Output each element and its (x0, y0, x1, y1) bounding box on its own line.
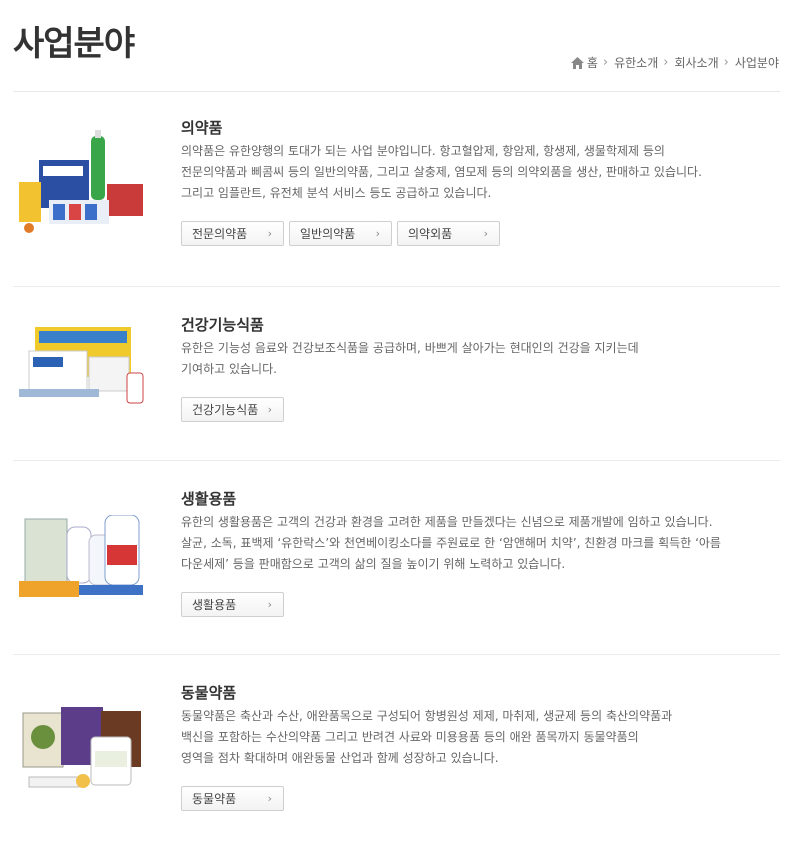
breadcrumb-current: 사업분야 (734, 56, 779, 70)
business-section-pharma: 의약품 의약품은 유한양행의 토대가 되는 사업 분야입니다. 항고혈압제, 항… (13, 92, 780, 286)
prescription-drugs-button[interactable]: 전문의약품 › (181, 221, 284, 246)
business-section-household: 생활용품 유한의 생활용품은 고객의 건강과 환경을 고려한 제품을 만들겠다는… (13, 460, 780, 654)
chevron-right-icon: › (267, 792, 272, 805)
section-description: 유한의 생활용품은 고객의 건강과 환경을 고려한 제품을 만들겠다는 신념으로… (181, 515, 721, 571)
section-title: 동물약품 (181, 684, 237, 702)
business-section-health-food: 건강기능식품 유한은 기능성 음료와 건강보조식품을 공급하며, 바쁘게 살아가… (13, 286, 780, 460)
page-title: 사업분야 (13, 24, 135, 64)
breadcrumb: 홈 › 유한소개 › 회사소개 › 사업분야 (570, 54, 779, 71)
section-title: 건강기능식품 (181, 316, 264, 334)
chevron-right-icon: › (267, 403, 272, 416)
animal-products-image (22, 707, 141, 788)
chevron-right-icon: › (267, 598, 272, 611)
section-description: 동물약품은 축산과 수산, 애완품목으로 구성되어 항병원성 제제, 마취제, … (181, 709, 673, 765)
breadcrumb-item[interactable]: 회사소개 (674, 54, 718, 71)
health-food-products-image (19, 327, 144, 404)
home-icon (570, 56, 584, 69)
otc-drugs-button[interactable]: 일반의약품 › (289, 221, 392, 246)
section-title: 의약품 (181, 119, 223, 137)
household-goods-button[interactable]: 생활용품 › (181, 592, 284, 617)
chevron-right-icon: › (663, 55, 669, 70)
business-section-animal: 동물약품 동물약품은 축산과 수산, 애완품목으로 구성되어 항병원성 제제, … (13, 654, 780, 841)
section-description: 유한은 기능성 음료와 건강보조식품을 공급하며, 바쁘게 살아가는 현대인의 … (181, 341, 639, 376)
breadcrumb-item[interactable]: 유한소개 (614, 54, 658, 71)
quasi-drugs-button[interactable]: 의약외품 › (397, 221, 500, 246)
breadcrumb-label: 홈 (586, 56, 598, 70)
chevron-right-icon: › (375, 227, 380, 240)
household-products-image (19, 515, 143, 597)
chevron-right-icon: › (483, 227, 488, 240)
section-description: 의약품은 유한양행의 토대가 되는 사업 분야입니다. 항고혈압제, 항암제, … (181, 144, 702, 200)
section-title: 생활용품 (181, 490, 237, 508)
chevron-right-icon: › (723, 55, 729, 70)
pharma-products-image (19, 130, 143, 233)
chevron-right-icon: › (602, 55, 609, 70)
chevron-right-icon: › (267, 227, 272, 240)
breadcrumb-home[interactable]: 홈 (570, 54, 598, 71)
health-food-button[interactable]: 건강기능식품 › (181, 397, 284, 422)
animal-drugs-button[interactable]: 동물약품 › (181, 786, 284, 811)
